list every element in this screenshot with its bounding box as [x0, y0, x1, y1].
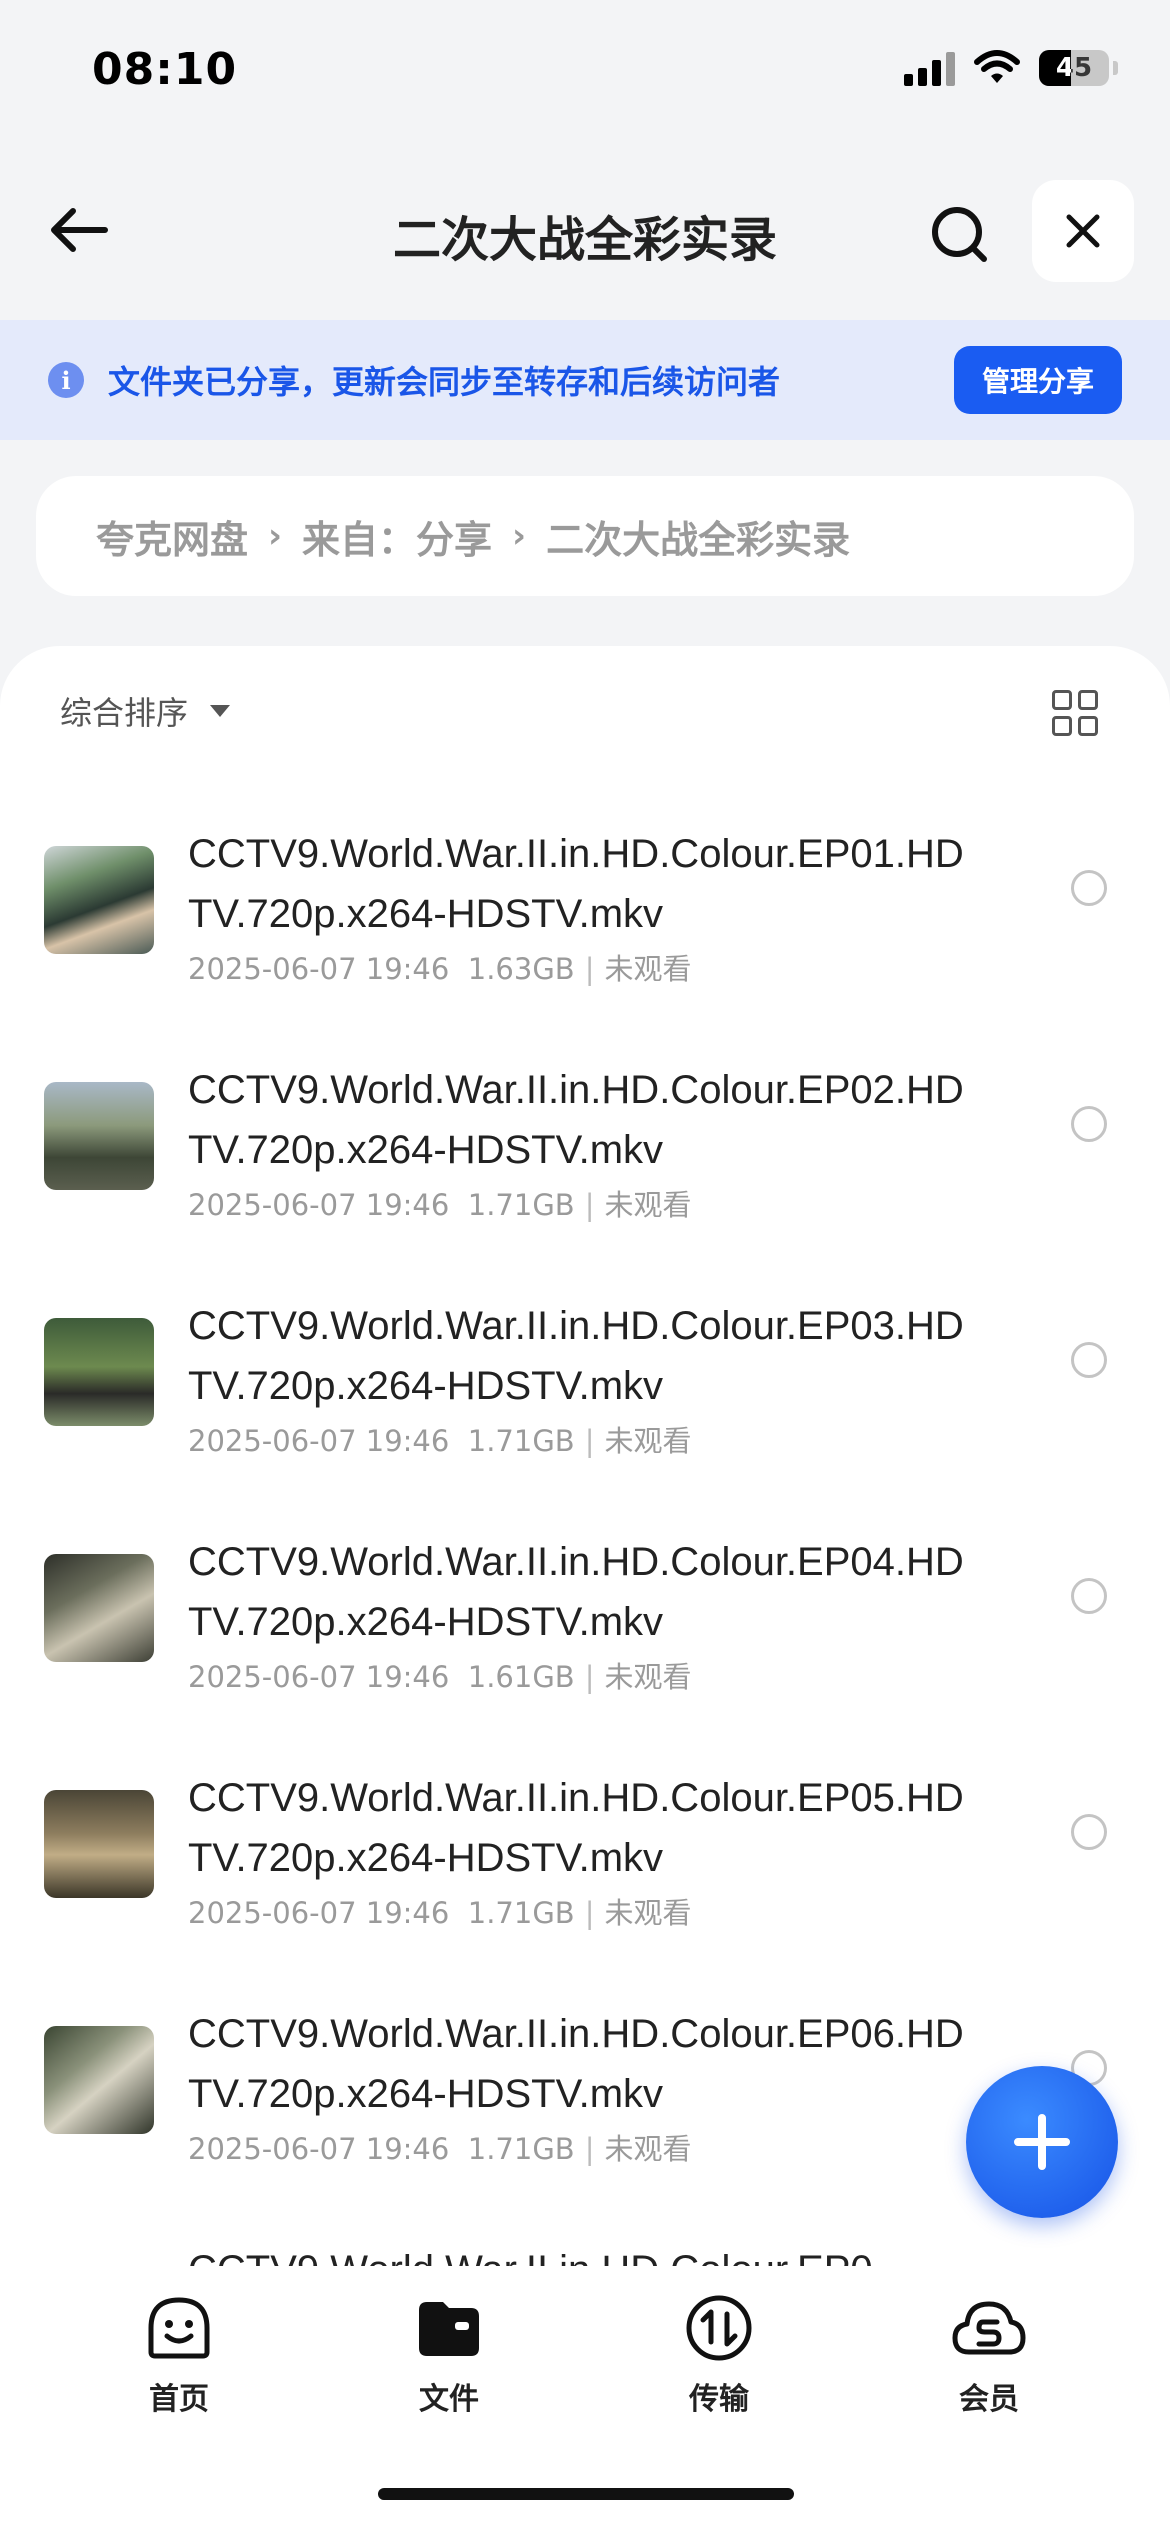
file-meta: 2025-06-07 19:46 1.61GB | 未观看 — [188, 1660, 692, 1694]
share-banner: i 文件夹已分享，更新会同步至转存和后续访问者 管理分享 — [0, 320, 1170, 440]
breadcrumb-item-root[interactable]: 夸克网盘 — [96, 509, 248, 564]
video-thumbnail — [44, 846, 154, 954]
breadcrumb-item-share[interactable]: 来自：分享 — [302, 509, 492, 564]
file-list-panel: 综合排序 CCTV9.World.War.II.in.HD.Colour.EP0… — [0, 646, 1170, 2266]
tab-label: 首页 — [149, 2382, 209, 2417]
file-date: 2025-06-07 19:46 — [188, 2132, 450, 2166]
sort-dropdown[interactable]: 综合排序 — [60, 688, 231, 734]
video-thumbnail — [44, 1790, 154, 1898]
add-button[interactable] — [966, 2066, 1118, 2218]
file-date: 2025-06-07 19:46 — [188, 952, 450, 986]
file-size: 1.61GB — [467, 1660, 575, 1694]
file-row[interactable]: CCTV9.World.War.II.in.HD.Colour.EP0 — [0, 2222, 1170, 2266]
file-row[interactable]: CCTV9.World.War.II.in.HD.Colour.EP02.HDT… — [0, 1042, 1170, 1278]
battery-icon: 45 — [1039, 50, 1109, 86]
search-button[interactable] — [925, 200, 995, 270]
close-button[interactable] — [1032, 180, 1134, 282]
share-banner-text: 文件夹已分享，更新会同步至转存和后续访问者 — [108, 363, 781, 401]
watch-status: 未观看 — [604, 1188, 692, 1222]
file-date: 2025-06-07 19:46 — [188, 1660, 450, 1694]
file-name: CCTV9.World.War.II.in.HD.Colour.EP06.HDT… — [188, 2012, 964, 2116]
video-thumbnail — [44, 1082, 154, 1190]
status-icons: 45 — [904, 50, 1118, 86]
status-time: 08:10 — [92, 44, 238, 95]
file-name: CCTV9.World.War.II.in.HD.Colour.EP05.HDT… — [188, 1776, 964, 1880]
search-icon — [932, 207, 987, 262]
file-meta: 2025-06-07 19:46 1.71GB | 未观看 — [188, 1188, 692, 1222]
file-date: 2025-06-07 19:46 — [188, 1424, 450, 1458]
status-bar: 08:10 45 — [0, 0, 1170, 140]
tab-files[interactable]: 文件 — [314, 2292, 584, 2418]
navigation-bar: 二次大战全彩实录 — [0, 170, 1170, 290]
info-icon: i — [48, 362, 84, 398]
grid-view-icon[interactable] — [1052, 690, 1098, 736]
plus-icon — [1014, 2114, 1070, 2170]
breadcrumb: 夸克网盘 › 来自：分享 › 二次大战全彩实录 — [36, 476, 1134, 596]
file-row[interactable]: CCTV9.World.War.II.in.HD.Colour.EP04.HDT… — [0, 1514, 1170, 1750]
file-date: 2025-06-07 19:46 — [188, 1896, 450, 1930]
file-name: CCTV9.World.War.II.in.HD.Colour.EP01.HDT… — [188, 832, 964, 936]
file-name: CCTV9.World.War.II.in.HD.Colour.EP03.HDT… — [188, 1304, 964, 1408]
file-meta: 2025-06-07 19:46 1.71GB | 未观看 — [188, 1896, 692, 1930]
chevron-right-icon: › — [512, 516, 527, 556]
video-thumbnail — [44, 1554, 154, 1662]
battery-level: 45 — [1055, 53, 1093, 83]
select-radio[interactable] — [1071, 870, 1107, 906]
cellular-signal-icon — [904, 50, 955, 86]
file-meta: 2025-06-07 19:46 1.71GB | 未观看 — [188, 1424, 692, 1458]
file-size: 1.71GB — [467, 1424, 575, 1458]
video-thumbnail — [44, 2026, 154, 2134]
file-size: 1.71GB — [467, 2132, 575, 2166]
file-row[interactable]: CCTV9.World.War.II.in.HD.Colour.EP05.HDT… — [0, 1750, 1170, 1986]
tab-label: 传输 — [689, 2382, 749, 2417]
watch-status: 未观看 — [604, 2132, 692, 2166]
file-size: 1.71GB — [467, 1188, 575, 1222]
tab-member[interactable]: 会员 — [854, 2292, 1124, 2418]
sort-label: 综合排序 — [60, 694, 189, 732]
select-radio[interactable] — [1071, 1106, 1107, 1142]
manage-share-button[interactable]: 管理分享 — [954, 346, 1122, 414]
file-name: CCTV9.World.War.II.in.HD.Colour.EP02.HDT… — [188, 1068, 964, 1172]
tab-home[interactable]: 首页 — [44, 2292, 314, 2418]
watch-status: 未观看 — [604, 1896, 692, 1930]
file-size: 1.63GB — [467, 952, 575, 986]
smile-face-icon — [148, 2297, 210, 2359]
close-icon — [1066, 214, 1100, 248]
transfer-icon — [686, 2295, 752, 2361]
wifi-icon — [974, 50, 1020, 83]
file-name: CCTV9.World.War.II.in.HD.Colour.EP04.HDT… — [188, 1540, 964, 1644]
watch-status: 未观看 — [604, 952, 692, 986]
chevron-right-icon: › — [268, 516, 283, 556]
caret-down-icon — [210, 705, 231, 717]
tab-label: 文件 — [419, 2382, 479, 2417]
folder-icon — [419, 2302, 479, 2356]
home-indicator — [378, 2488, 794, 2500]
battery-tip — [1113, 61, 1118, 75]
watch-status: 未观看 — [604, 1660, 692, 1694]
breadcrumb-item-current: 二次大战全彩实录 — [546, 517, 851, 562]
cloud-member-icon — [952, 2301, 1026, 2355]
file-name: CCTV9.World.War.II.in.HD.Colour.EP0 — [188, 2240, 988, 2266]
file-date: 2025-06-07 19:46 — [188, 1188, 450, 1222]
file-row[interactable]: CCTV9.World.War.II.in.HD.Colour.EP03.HDT… — [0, 1278, 1170, 1514]
tab-transfer[interactable]: 传输 — [584, 2292, 854, 2418]
file-meta: 2025-06-07 19:46 1.71GB | 未观看 — [188, 2132, 692, 2166]
watch-status: 未观看 — [604, 1424, 692, 1458]
select-radio[interactable] — [1071, 1342, 1107, 1378]
select-radio[interactable] — [1071, 1578, 1107, 1614]
select-radio[interactable] — [1071, 1814, 1107, 1850]
file-meta: 2025-06-07 19:46 1.63GB | 未观看 — [188, 952, 692, 986]
tab-label: 会员 — [959, 2382, 1019, 2417]
video-thumbnail — [44, 1318, 154, 1426]
file-row[interactable]: CCTV9.World.War.II.in.HD.Colour.EP01.HDT… — [0, 806, 1170, 1042]
file-size: 1.71GB — [467, 1896, 575, 1930]
